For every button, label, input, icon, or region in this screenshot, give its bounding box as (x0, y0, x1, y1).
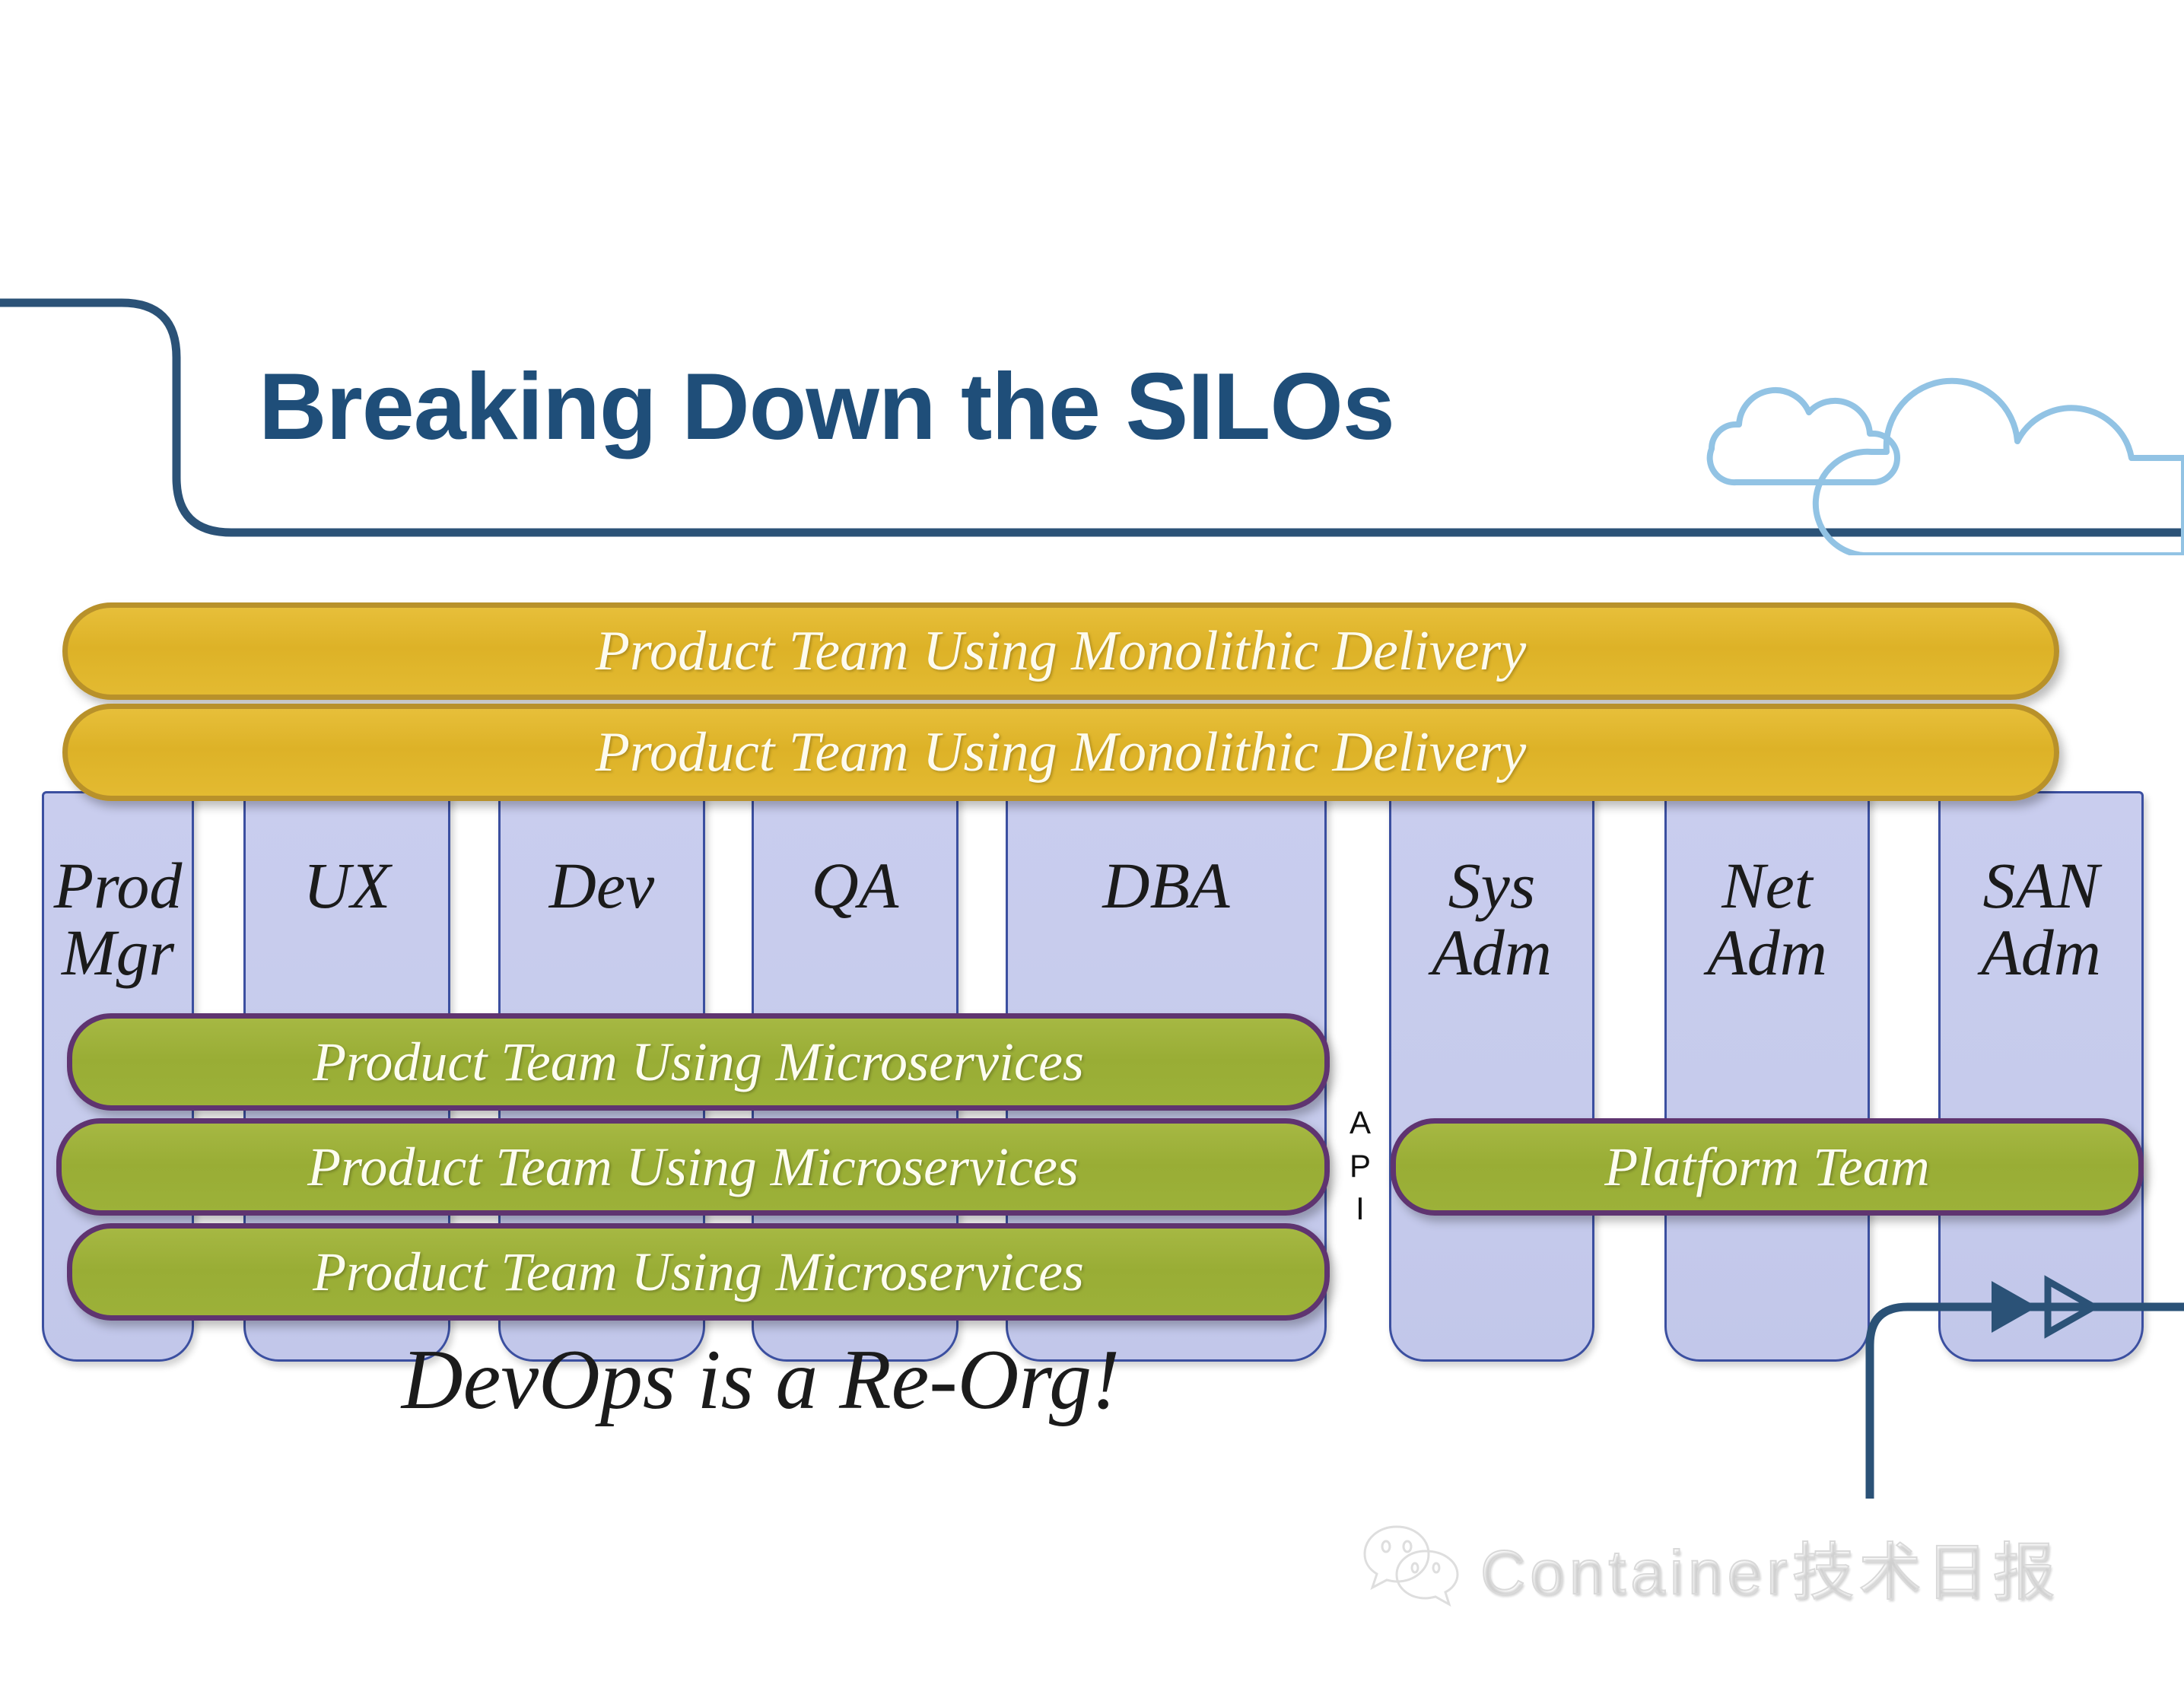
monolith-bar-1[interactable]: Product Team Using Monolithic Delivery (62, 602, 2059, 700)
platform-team-label: Platform Team (1604, 1136, 1930, 1197)
silo-label: SAN Adm (1981, 849, 2101, 989)
api-label: A P I (1337, 1101, 1383, 1231)
watermark: Container技术日报 (1362, 1521, 2060, 1612)
microservices-bar-label: Product Team Using Microservices (313, 1241, 1084, 1302)
silo-label: Net Adm (1707, 849, 1827, 989)
microservices-bar-label: Product Team Using Microservices (313, 1031, 1084, 1092)
monolith-bar-label: Product Team Using Monolithic Delivery (595, 619, 1527, 682)
silo-column-net-adm[interactable]: Net Adm (1664, 791, 1870, 1362)
microservices-bar-2[interactable]: Product Team Using Microservices (56, 1118, 1330, 1216)
platform-team-bar[interactable]: Platform Team (1391, 1118, 2144, 1216)
slide-canvas: Breaking Down the SILOs Prod Mgr UX Dev … (0, 0, 2184, 1688)
silo-label: Sys Adm (1432, 849, 1552, 989)
microservices-bar-label: Product Team Using Microservices (307, 1136, 1079, 1197)
silo-label: Dev (548, 849, 655, 922)
api-letter-p: P (1349, 1147, 1371, 1184)
silo-diagram: Prod Mgr UX Dev QA DBA Sys Adm Net Adm S… (0, 0, 2184, 1688)
silo-column-san-adm[interactable]: SAN Adm (1938, 791, 2144, 1362)
microservices-bar-1[interactable]: Product Team Using Microservices (67, 1013, 1330, 1111)
silo-label: UX (303, 849, 391, 922)
watermark-text: Container技术日报 (1480, 1537, 2060, 1608)
wechat-icon (1363, 1524, 1459, 1607)
monolith-bar-label: Product Team Using Monolithic Delivery (595, 720, 1527, 784)
silo-label: QA (811, 849, 899, 922)
monolith-bar-2[interactable]: Product Team Using Monolithic Delivery (62, 704, 2059, 801)
api-letter-a: A (1349, 1105, 1371, 1140)
tagline: DevOps is a Re-Org! (401, 1333, 1121, 1427)
api-letter-i: I (1356, 1191, 1365, 1227)
silo-label: Prod Mgr (53, 849, 183, 989)
silo-column-sys-adm[interactable]: Sys Adm (1389, 791, 1594, 1362)
silo-label: DBA (1102, 849, 1230, 922)
microservices-bar-3[interactable]: Product Team Using Microservices (67, 1223, 1330, 1321)
